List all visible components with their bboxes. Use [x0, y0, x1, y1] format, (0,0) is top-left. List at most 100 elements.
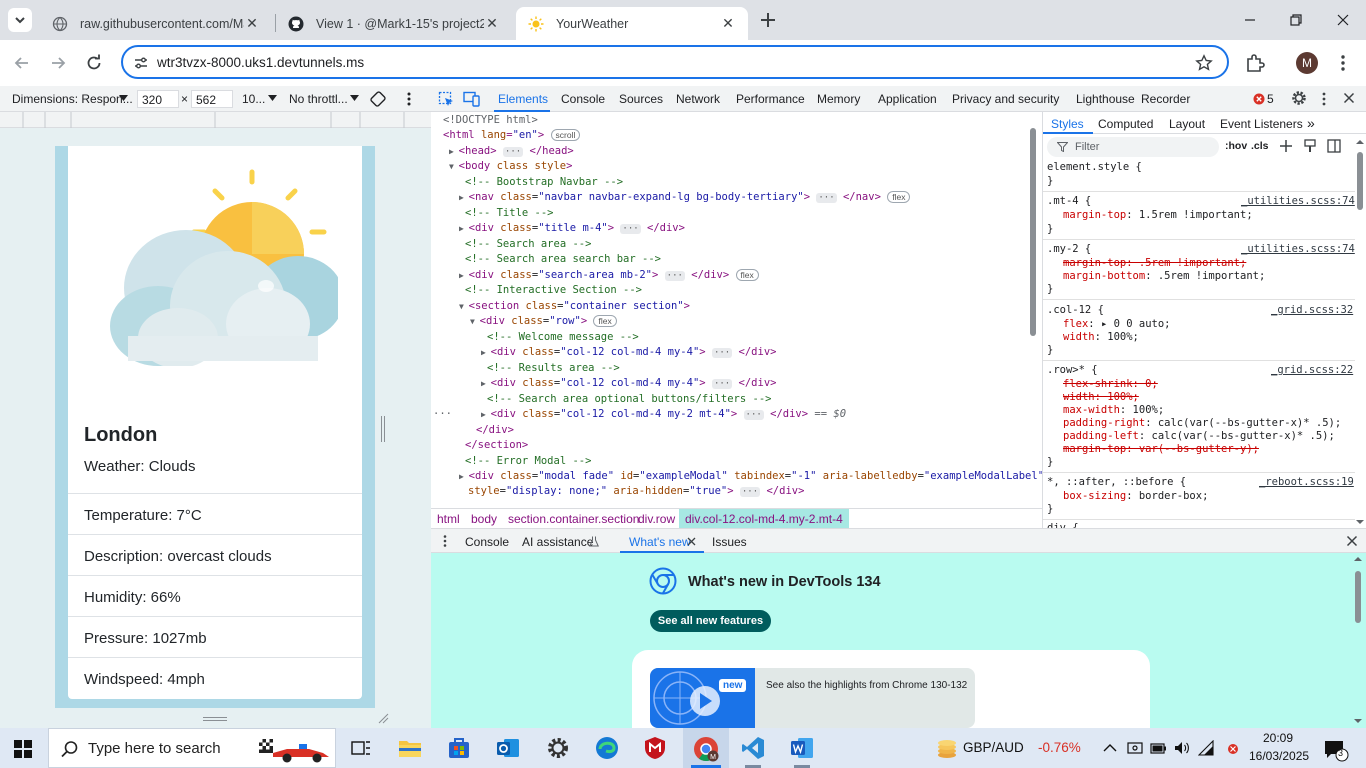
comment-welcome[interactable]: <!-- Welcome message -->: [487, 330, 639, 345]
decl-overridden[interactable]: width: 100%;: [1063, 391, 1139, 404]
decl-overridden[interactable]: flex-shrink: 0;: [1063, 378, 1158, 391]
close-icon[interactable]: [687, 537, 696, 546]
comment-error[interactable]: <!-- Error Modal -->: [465, 454, 591, 469]
flex-badge[interactable]: flex: [593, 315, 617, 327]
comment-title[interactable]: <!-- Title -->: [465, 206, 554, 221]
comment-navbar[interactable]: <!-- Bootstrap Navbar -->: [465, 175, 623, 190]
section-node[interactable]: ▼ <section class="container section">: [459, 299, 690, 314]
rule-col-source[interactable]: _grid.scss:32: [1271, 304, 1353, 317]
tab-sources[interactable]: Sources: [619, 92, 663, 106]
vscode-icon[interactable]: [741, 736, 765, 760]
clock-time[interactable]: 20:09: [1263, 731, 1293, 745]
minimize-button[interactable]: [1240, 10, 1260, 30]
decl-overridden[interactable]: margin-top: .5rem !important;: [1063, 257, 1246, 270]
tab-performance[interactable]: Performance: [736, 92, 805, 106]
tab-raw-github[interactable]: raw.githubusercontent.com/Ma ✕: [40, 7, 272, 40]
comment-searchbar[interactable]: <!-- Search area search bar -->: [465, 252, 661, 267]
ellipsis-badge[interactable]: ···: [743, 410, 764, 420]
clock-date[interactable]: 16/03/2025: [1249, 749, 1309, 763]
filter-input[interactable]: Filter: [1047, 137, 1219, 157]
tab-network[interactable]: Network: [676, 92, 720, 106]
back-button[interactable]: [12, 53, 32, 73]
col-div-node-selected[interactable]: ▶ <div class="col-12 col-md-4 my-2 mt-4"…: [481, 407, 846, 422]
microsoft-store-icon[interactable]: [447, 736, 471, 760]
word-icon[interactable]: [790, 736, 814, 760]
comment-interactive[interactable]: <!-- Interactive Section -->: [465, 283, 642, 298]
close-icon[interactable]: [1346, 535, 1358, 547]
drawer-tab-console[interactable]: Console: [465, 535, 509, 549]
decl-padding-right[interactable]: padding-right: calc(var(--bs-gutter-x)* …: [1063, 417, 1341, 430]
mcafee-shield-icon[interactable]: [643, 736, 667, 760]
crumb-row[interactable]: div.row: [638, 512, 675, 526]
tab-application[interactable]: Application: [878, 92, 937, 106]
see-all-features-button[interactable]: See all new features: [650, 610, 771, 632]
start-button[interactable]: [14, 740, 32, 758]
close-icon[interactable]: ✕: [244, 15, 260, 32]
currency-widget-icon[interactable]: [936, 738, 958, 760]
title-div-node[interactable]: ▶ <div class="title m-4"> ··· </div>: [459, 221, 685, 236]
rule-element-style[interactable]: element.style {: [1047, 161, 1142, 174]
decl-width[interactable]: width: 100%;: [1063, 331, 1139, 344]
settings-gear-icon[interactable]: [546, 736, 570, 760]
comment-results[interactable]: <!-- Results area -->: [487, 361, 620, 376]
tab-elements[interactable]: Elements: [498, 92, 548, 106]
decl-max-width[interactable]: max-width: 100%;: [1063, 404, 1164, 417]
rule-universal-selector[interactable]: *, ::after, ::before {: [1047, 476, 1186, 489]
ellipsis-badge[interactable]: ···: [664, 271, 685, 281]
new-tab-button[interactable]: [758, 10, 778, 30]
reload-button[interactable]: [84, 53, 104, 73]
scroll-badge[interactable]: scroll: [550, 129, 581, 141]
media-query-ruler[interactable]: [0, 112, 431, 128]
notifications-icon[interactable]: [1323, 738, 1349, 762]
currency-change[interactable]: -0.76%: [1038, 740, 1081, 755]
highlights-link[interactable]: new See also the highlights from Chrome …: [650, 668, 975, 728]
tab-github-project[interactable]: View 1 · @Mark1-15's project2 ✕: [276, 7, 512, 40]
ellipsis-badge[interactable]: ···: [502, 147, 524, 157]
row-div-node[interactable]: ▼ <div class="row"> flex: [470, 314, 617, 329]
rule-mt4-source[interactable]: _utilities.scss:74: [1241, 195, 1355, 208]
rule-row-source[interactable]: _grid.scss:22: [1271, 364, 1353, 377]
flex-badge[interactable]: flex: [887, 191, 911, 203]
decl-overridden[interactable]: margin-top: var(--bs-gutter-y);: [1063, 443, 1259, 456]
viewport-resize-handle-bottom[interactable]: [203, 716, 227, 722]
drawer-tab-whats-new[interactable]: What's new: [629, 535, 691, 549]
profile-avatar[interactable]: M: [1296, 52, 1318, 74]
kebab-menu-icon[interactable]: [403, 91, 415, 107]
flex-badge[interactable]: flex: [735, 269, 759, 281]
wifi-icon[interactable]: [1198, 740, 1216, 756]
error-count[interactable]: 5: [1267, 92, 1274, 106]
search-div-node[interactable]: ▶ <div class="search-area mb-2"> ··· </d…: [459, 268, 759, 283]
new-rule-icon[interactable]: [1279, 139, 1293, 153]
crumb-section[interactable]: section.container.section: [508, 512, 639, 526]
body-node[interactable]: ▼ <body class style>: [449, 159, 572, 174]
close-icon[interactable]: ✕: [720, 15, 736, 32]
taskbar-search-box[interactable]: Type here to search: [48, 728, 336, 768]
tab-memory[interactable]: Memory: [817, 92, 860, 106]
kebab-menu-icon[interactable]: [440, 534, 450, 548]
col-div-node-1[interactable]: ▶ <div class="col-12 col-md-4 my-4"> ···…: [481, 345, 776, 360]
height-input[interactable]: 562: [191, 90, 233, 108]
rule-universal-source[interactable]: _reboot.scss:19: [1259, 476, 1354, 489]
row-close-tag[interactable]: </div>: [476, 423, 514, 438]
viewport-resize-handle-right[interactable]: [380, 416, 386, 442]
corner-resize-icon[interactable]: [377, 712, 389, 724]
tab-console[interactable]: Console: [561, 92, 605, 106]
doctype-node[interactable]: <!DOCTYPE html>: [443, 113, 538, 128]
url-text[interactable]: wtr3tvzx-8000.uks1.devtunnels.ms: [157, 55, 364, 70]
battery-icon[interactable]: [1150, 740, 1168, 756]
rotate-icon[interactable]: [369, 90, 387, 108]
comment-buttons[interactable]: <!-- Search area optional buttons/filter…: [487, 392, 771, 407]
crumb-body[interactable]: body: [471, 512, 497, 526]
throttle-dropdown[interactable]: No throttl...: [289, 92, 348, 106]
tab-lighthouse[interactable]: Lighthouse: [1076, 92, 1135, 106]
task-view-icon[interactable]: [349, 736, 373, 760]
inspect-element-icon[interactable]: [438, 91, 454, 107]
close-icon[interactable]: [1343, 92, 1355, 104]
rule-row-selector[interactable]: .row>* {: [1047, 364, 1098, 377]
chrome-menu-button[interactable]: [1335, 52, 1351, 74]
more-tabs-icon[interactable]: »: [1307, 115, 1315, 131]
address-bar[interactable]: wtr3tvzx-8000.uks1.devtunnels.ms: [121, 45, 1229, 79]
chevron-up-icon[interactable]: [1103, 743, 1117, 753]
drawer-scrollbar[interactable]: [1352, 557, 1364, 725]
file-explorer-icon[interactable]: [398, 736, 422, 760]
